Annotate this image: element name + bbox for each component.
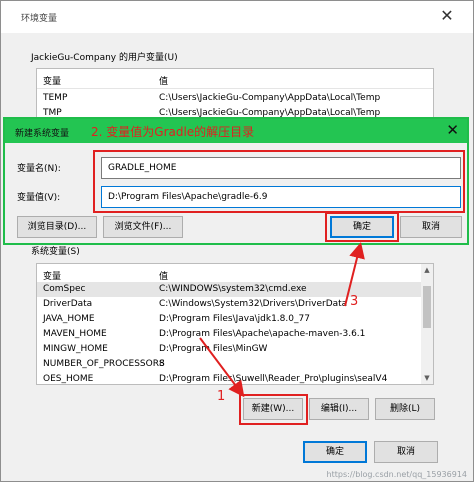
browse-directory-button[interactable]: 浏览目录(D)... (17, 216, 97, 238)
var-name: NUMBER_OF_PROCESSORS (43, 359, 165, 369)
close-icon[interactable]: ✕ (446, 121, 459, 139)
step-3-label: 3 (350, 294, 359, 309)
step-2-annotation: 2. 变量值为Gradle的解压目录 (91, 125, 255, 139)
var-name: ComSpec (43, 284, 86, 294)
browse-file-button[interactable]: 浏览文件(F)... (103, 216, 183, 238)
col-name-header[interactable]: 变量 (43, 74, 61, 87)
col-value-header[interactable]: 值 (159, 269, 168, 282)
scroll-thumb[interactable] (423, 286, 431, 328)
table-row[interactable]: JAVA_HOME D:\Program Files\Java\jdk1.8.0… (37, 312, 421, 327)
sys-vars-list: 变量 值 ComSpec C:\WINDOWS\system32\cmd.exe… (36, 263, 434, 385)
var-name: OES_HOME (43, 374, 94, 384)
var-value: 8 (159, 359, 165, 369)
col-name-header[interactable]: 变量 (43, 269, 61, 282)
var-name: JAVA_HOME (43, 314, 95, 324)
var-name: MAVEN_HOME (43, 329, 107, 339)
table-row[interactable]: MINGW_HOME D:\Program Files\MinGW (37, 342, 421, 357)
user-vars-label: JackieGu-Company 的用户变量(U) (31, 53, 178, 63)
sys-vars-header: 变量 值 (37, 264, 433, 284)
user-vars-header: 变量 值 (37, 69, 433, 89)
sys-vars-label: 系统变量(S) (31, 247, 80, 257)
table-row[interactable]: OES_HOME D:\Program Files\Suwell\Reader_… (37, 372, 421, 384)
dialog-cancel-button[interactable]: 取消 (400, 216, 462, 238)
var-value: D:\Program Files\MinGW (159, 344, 268, 354)
var-value: C:\WINDOWS\system32\cmd.exe (159, 284, 307, 294)
ok-button[interactable]: 确定 (303, 441, 367, 463)
table-row[interactable]: ComSpec C:\WINDOWS\system32\cmd.exe (37, 282, 421, 297)
sys-vars-scrollbar[interactable]: ▲ ▼ (421, 264, 433, 384)
var-name: MINGW_HOME (43, 344, 108, 354)
edit-button[interactable]: 编辑(I)... (309, 398, 369, 420)
var-name: TEMP (43, 93, 68, 103)
col-value-header[interactable]: 值 (159, 74, 168, 87)
fields-highlight (93, 150, 465, 213)
dialog-ok-highlight (325, 212, 399, 242)
table-row[interactable]: TEMP C:\Users\JackieGu-Company\AppData\L… (37, 91, 421, 106)
dialog-title: 新建系统变量 (15, 129, 70, 139)
scroll-down-icon[interactable]: ▼ (421, 374, 433, 382)
table-row[interactable]: NUMBER_OF_PROCESSORS 8 (37, 357, 421, 372)
user-vars-list: 变量 值 TEMP C:\Users\JackieGu-Company\AppD… (36, 68, 434, 120)
cancel-button[interactable]: 取消 (374, 441, 438, 463)
var-value: D:\Program Files\Apache\apache-maven-3.6… (159, 329, 366, 339)
scroll-up-icon[interactable]: ▲ (421, 266, 433, 274)
step-1-label: 1 (217, 389, 226, 404)
var-value: D:\Program Files\Suwell\Reader_Pro\plugi… (159, 374, 388, 384)
variable-value-label: 变量值(V): (17, 193, 61, 203)
new-button-highlight (239, 394, 308, 425)
var-value: C:\Users\JackieGu-Company\AppData\Local\… (159, 93, 381, 103)
table-row[interactable]: DriverData C:\Windows\System32\Drivers\D… (37, 297, 421, 312)
new-system-variable-dialog: 新建系统变量 2. 变量值为Gradle的解压目录 ✕ 变量名(N): GRAD… (3, 117, 469, 245)
var-name: DriverData (43, 299, 93, 309)
close-icon[interactable]: ✕ (435, 5, 459, 27)
window-title: 环境变量 (21, 14, 58, 24)
title-bar: 环境变量 ✕ (1, 1, 473, 33)
delete-button[interactable]: 删除(L) (375, 398, 435, 420)
dialog-title-bar: 新建系统变量 2. 变量值为Gradle的解压目录 ✕ (5, 119, 467, 143)
var-value: C:\Windows\System32\Drivers\DriverData (159, 299, 348, 309)
var-value: D:\Program Files\Java\jdk1.8.0_77 (159, 314, 310, 324)
table-row[interactable]: MAVEN_HOME D:\Program Files\Apache\apach… (37, 327, 421, 342)
variable-name-label: 变量名(N): (17, 164, 61, 174)
watermark: https://blog.csdn.net/qq_15936914 (326, 470, 467, 479)
